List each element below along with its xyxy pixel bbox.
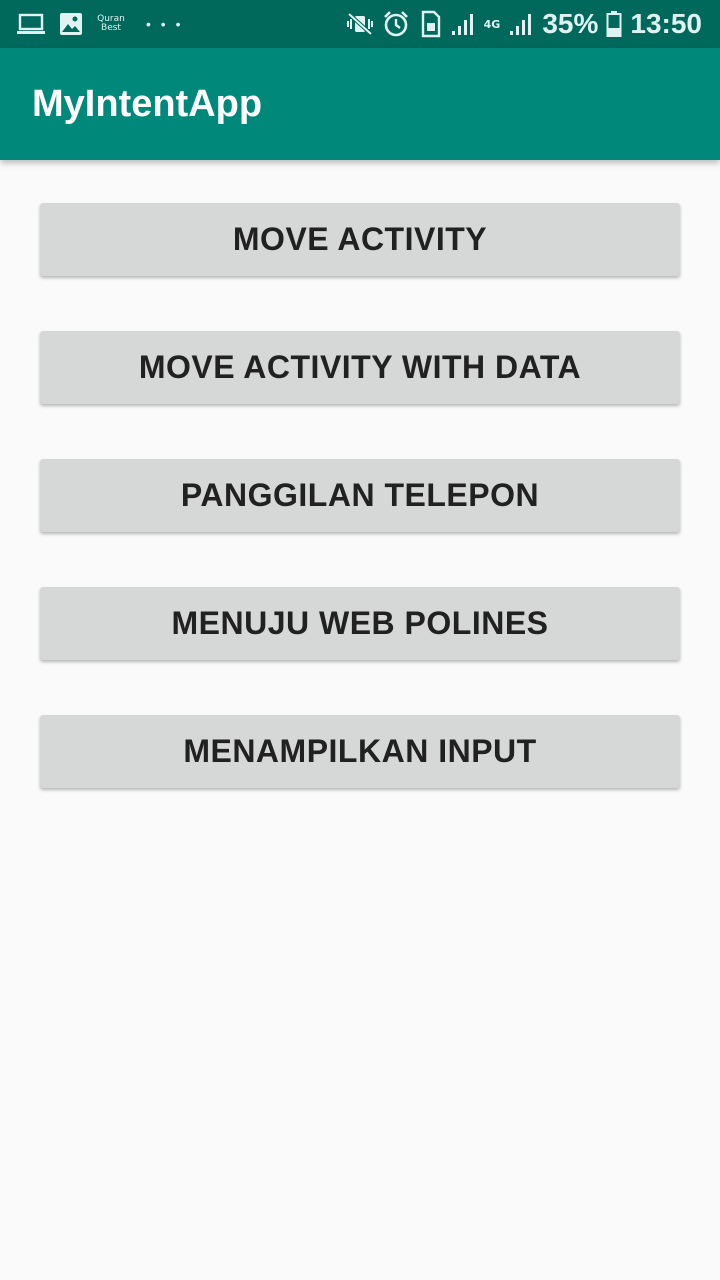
quran-label-line2: Best <box>101 23 121 33</box>
battery-icon <box>606 10 622 38</box>
network-type-label: 4G <box>483 17 501 31</box>
move-activity-button[interactable]: MOVE ACTIVITY <box>40 203 680 276</box>
panggilan-telepon-button[interactable]: PANGGILAN TELEPON <box>40 459 680 532</box>
signal-icon <box>508 11 534 37</box>
sim-icon <box>418 10 442 38</box>
vibrate-mute-icon <box>346 11 374 37</box>
laptop-icon <box>16 12 46 36</box>
clock: 13:50 <box>630 8 702 39</box>
system-status-area: 4G 35% 13:50 <box>346 0 702 48</box>
battery-percent: 35% <box>542 8 599 39</box>
app-bar: MyIntentApp <box>0 48 720 160</box>
signal-icon <box>450 11 476 37</box>
menampilkan-input-button[interactable]: MENAMPILKAN INPUT <box>40 715 680 788</box>
status-bar: Quran Best • • • 4G 35% 13:50 <box>0 0 720 48</box>
image-icon <box>58 11 84 37</box>
alarm-icon <box>382 10 410 38</box>
more-dots-icon: • • • <box>146 16 184 32</box>
notification-area: Quran Best • • • <box>16 0 183 48</box>
move-activity-with-data-button[interactable]: MOVE ACTIVITY WITH DATA <box>40 331 680 404</box>
quran-best-icon: Quran Best <box>96 15 126 33</box>
menuju-web-polines-button[interactable]: MENUJU WEB POLINES <box>40 587 680 660</box>
app-title: MyIntentApp <box>32 82 263 125</box>
